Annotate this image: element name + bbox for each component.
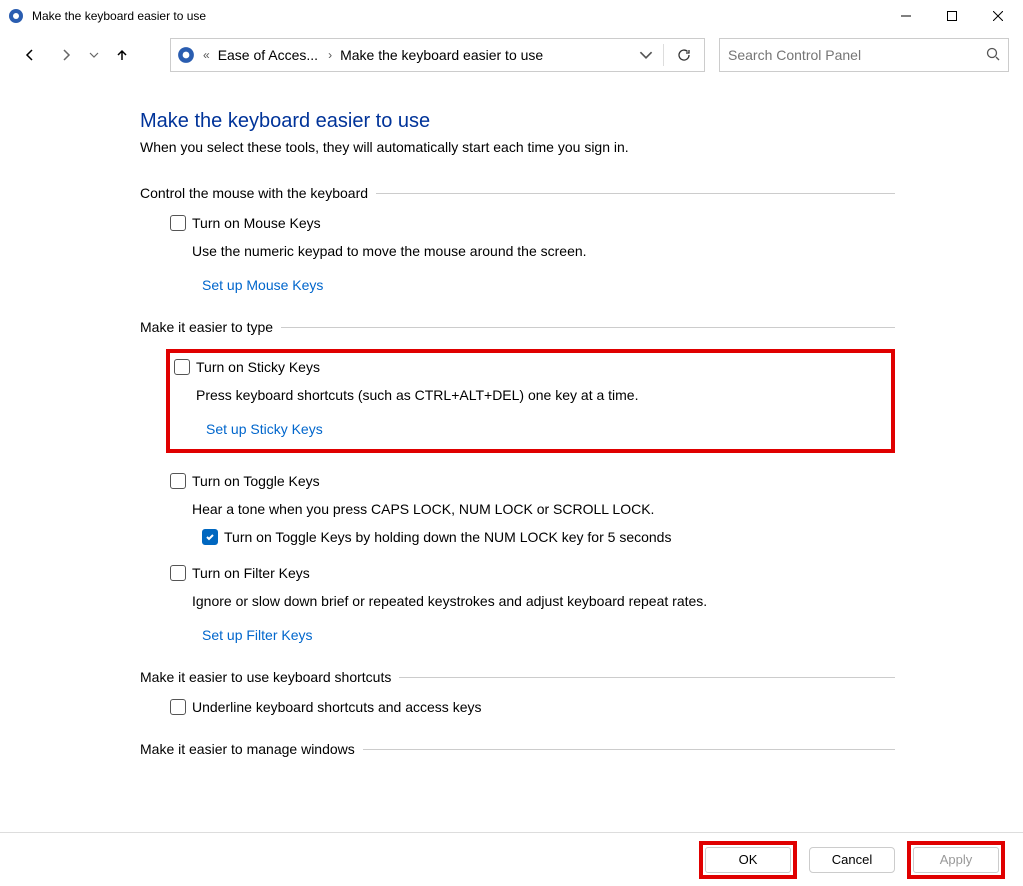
forward-button[interactable] <box>50 39 82 71</box>
checkbox-underline-shortcuts[interactable] <box>170 699 186 715</box>
option-sticky-keys-highlighted: Turn on Sticky Keys Press keyboard short… <box>166 349 895 453</box>
address-dropdown-button[interactable] <box>635 48 657 62</box>
page-title: Make the keyboard easier to use <box>140 110 895 133</box>
link-setup-filter-keys[interactable]: Set up Filter Keys <box>202 627 313 643</box>
search-input[interactable] <box>728 47 986 63</box>
titlebar: Make the keyboard easier to use <box>0 0 1023 32</box>
link-setup-mouse-keys[interactable]: Set up Mouse Keys <box>202 277 323 293</box>
cancel-button[interactable]: Cancel <box>809 847 895 873</box>
section-title-type: Make it easier to type <box>140 319 895 335</box>
checkbox-toggle-keys[interactable] <box>170 473 186 489</box>
nav-row: « Ease of Acces... › Make the keyboard e… <box>0 32 1023 78</box>
address-bar[interactable]: « Ease of Acces... › Make the keyboard e… <box>170 38 705 72</box>
option-filter-keys: Turn on Filter Keys Ignore or slow down … <box>170 565 895 643</box>
search-box[interactable] <box>719 38 1009 72</box>
breadcrumb-item-ease[interactable]: Ease of Acces... <box>216 45 320 65</box>
section-mouse: Control the mouse with the keyboard Turn… <box>140 185 895 293</box>
control-panel-icon <box>177 46 195 64</box>
label-mouse-keys[interactable]: Turn on Mouse Keys <box>192 215 321 231</box>
desc-filter-keys: Ignore or slow down brief or repeated ke… <box>192 593 895 609</box>
chevron-right-icon[interactable]: › <box>324 48 334 62</box>
up-button[interactable] <box>106 39 138 71</box>
content-scroll[interactable]: Make the keyboard easier to use When you… <box>0 90 1015 830</box>
apply-button-highlight: Apply <box>907 841 1005 879</box>
label-filter-keys[interactable]: Turn on Filter Keys <box>192 565 310 581</box>
label-toggle-keys-numlock[interactable]: Turn on Toggle Keys by holding down the … <box>224 529 671 545</box>
link-setup-sticky-keys[interactable]: Set up Sticky Keys <box>206 421 323 437</box>
breadcrumb-item-current[interactable]: Make the keyboard easier to use <box>338 45 545 65</box>
desc-mouse-keys: Use the numeric keypad to move the mouse… <box>192 243 895 259</box>
ok-button[interactable]: OK <box>705 847 791 873</box>
recent-locations-button[interactable] <box>86 39 102 71</box>
checkbox-toggle-keys-numlock[interactable] <box>202 529 218 545</box>
label-sticky-keys[interactable]: Turn on Sticky Keys <box>196 359 320 375</box>
search-icon[interactable] <box>986 47 1000 64</box>
back-button[interactable] <box>14 39 46 71</box>
section-title-mouse: Control the mouse with the keyboard <box>140 185 895 201</box>
option-toggle-keys: Turn on Toggle Keys Hear a tone when you… <box>170 473 895 545</box>
content: Make the keyboard easier to use When you… <box>0 90 1015 791</box>
checkbox-mouse-keys[interactable] <box>170 215 186 231</box>
control-panel-icon <box>8 8 24 24</box>
option-underline-shortcuts: Underline keyboard shortcuts and access … <box>170 699 895 715</box>
section-title-shortcuts: Make it easier to use keyboard shortcuts <box>140 669 895 685</box>
footer: OK Cancel Apply <box>0 832 1023 886</box>
ok-button-highlight: OK <box>699 841 797 879</box>
checkbox-filter-keys[interactable] <box>170 565 186 581</box>
page-subtitle: When you select these tools, they will a… <box>140 139 895 155</box>
section-title-windows: Make it easier to manage windows <box>140 741 895 757</box>
window-title: Make the keyboard easier to use <box>32 9 883 23</box>
label-underline-shortcuts[interactable]: Underline keyboard shortcuts and access … <box>192 699 481 715</box>
desc-toggle-keys: Hear a tone when you press CAPS LOCK, NU… <box>192 501 895 517</box>
maximize-button[interactable] <box>929 0 975 32</box>
checkbox-sticky-keys[interactable] <box>174 359 190 375</box>
breadcrumb-sep-icon[interactable]: « <box>199 48 212 62</box>
desc-sticky-keys: Press keyboard shortcuts (such as CTRL+A… <box>196 387 883 403</box>
minimize-button[interactable] <box>883 0 929 32</box>
close-button[interactable] <box>975 0 1021 32</box>
section-shortcuts: Make it easier to use keyboard shortcuts… <box>140 669 895 715</box>
refresh-button[interactable] <box>670 48 698 62</box>
section-windows: Make it easier to manage windows <box>140 741 895 757</box>
label-toggle-keys[interactable]: Turn on Toggle Keys <box>192 473 320 489</box>
section-type: Make it easier to type Turn on Sticky Ke… <box>140 319 895 643</box>
option-mouse-keys: Turn on Mouse Keys Use the numeric keypa… <box>170 215 895 293</box>
apply-button[interactable]: Apply <box>913 847 999 873</box>
